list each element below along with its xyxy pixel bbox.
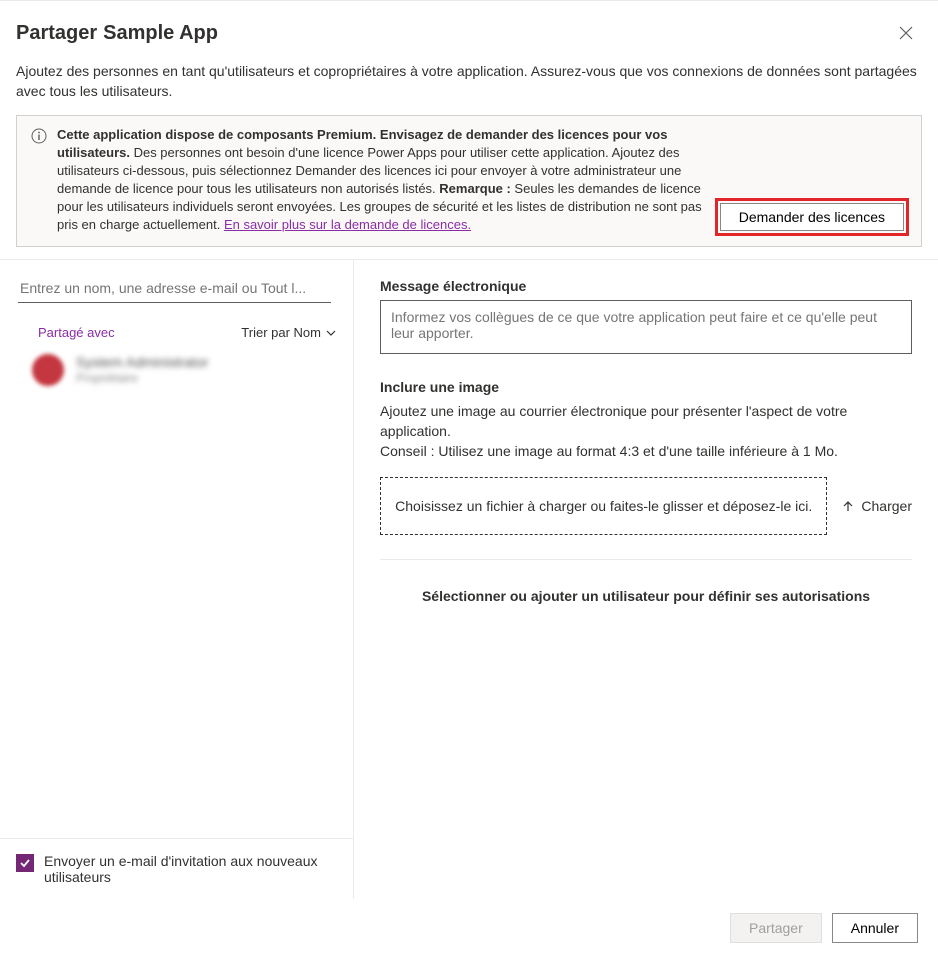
chevron-down-icon xyxy=(325,327,337,339)
shared-with-label: Partagé avec xyxy=(38,325,115,340)
request-licenses-button[interactable]: Demander des licences xyxy=(720,203,904,231)
cancel-button[interactable]: Annuler xyxy=(832,913,918,943)
right-panel: Message électronique Inclure une image A… xyxy=(354,260,938,899)
file-dropzone[interactable]: Choisissez un fichier à charger ou faite… xyxy=(380,477,827,535)
include-image-desc: Ajoutez une image au courrier électroniq… xyxy=(380,401,912,441)
select-user-prompt: Sélectionner ou ajouter un utilisateur p… xyxy=(380,588,912,604)
info-bold-2: Remarque : xyxy=(439,181,511,196)
dialog-footer: Partager Annuler xyxy=(0,899,938,961)
upload-icon xyxy=(841,499,855,513)
email-message-input[interactable] xyxy=(380,300,912,354)
user-role: Propriétaire xyxy=(76,370,208,386)
dialog-title: Partager Sample App xyxy=(16,22,218,45)
title-appname: Sample App xyxy=(103,22,218,45)
share-button: Partager xyxy=(730,913,822,943)
learn-more-link[interactable]: En savoir plus sur la demande de licence… xyxy=(224,217,471,232)
title-prefix: Partager xyxy=(16,22,97,45)
send-invite-label: Envoyer un e-mail d'invitation aux nouve… xyxy=(44,853,337,885)
info-icon xyxy=(31,128,47,234)
upload-label: Charger xyxy=(861,498,912,514)
request-licenses-highlight: Demander des licences xyxy=(715,198,909,236)
divider xyxy=(380,559,912,560)
include-image-tip: Conseil : Utilisez une image au format 4… xyxy=(380,441,912,461)
add-user-input[interactable] xyxy=(18,274,331,303)
sort-label-text: Trier par Nom xyxy=(241,325,321,340)
include-image-label: Inclure une image xyxy=(380,379,912,395)
send-invite-checkbox[interactable] xyxy=(16,854,34,872)
user-name: System Administrator xyxy=(76,354,208,370)
upload-button[interactable]: Charger xyxy=(841,498,912,514)
close-button[interactable] xyxy=(890,17,922,49)
dialog-subtitle: Ajoutez des personnes en tant qu'utilisa… xyxy=(16,61,922,101)
left-panel: Partagé avec Trier par Nom System Admini… xyxy=(0,260,354,899)
email-message-label: Message électronique xyxy=(380,278,912,294)
avatar xyxy=(32,354,64,386)
user-list-item[interactable]: System Administrator Propriétaire xyxy=(18,340,347,394)
premium-info-box: Cette application dispose de composants … xyxy=(16,115,922,247)
check-icon xyxy=(19,857,31,869)
sort-dropdown[interactable]: Trier par Nom xyxy=(241,325,337,340)
close-icon xyxy=(899,26,913,40)
